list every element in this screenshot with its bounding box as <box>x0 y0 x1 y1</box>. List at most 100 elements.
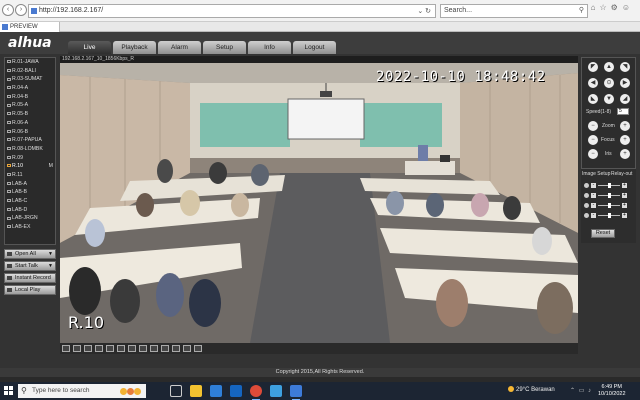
live-video[interactable]: 2022-10-10 18:48:42 R.10 <box>60 63 578 343</box>
layout-16-icon[interactable] <box>139 345 147 352</box>
layout-36-icon[interactable] <box>161 345 169 352</box>
ptz-left-icon[interactable]: ◀ <box>588 78 598 88</box>
camera-item[interactable]: R.11 <box>5 171 55 180</box>
camera-item[interactable]: LAB-A <box>5 180 55 189</box>
tab-setup[interactable]: Setup <box>203 41 246 54</box>
layout-6-icon[interactable] <box>95 345 103 352</box>
tab-image-setup[interactable]: Image Setup <box>582 171 610 177</box>
layout-1-icon[interactable] <box>62 345 70 352</box>
tab-relay-out[interactable]: Relay-out <box>611 171 632 177</box>
layout-9-icon[interactable] <box>117 345 125 352</box>
browser-icons[interactable]: ⌂☆⚙☺ <box>591 3 634 12</box>
edge-icon[interactable] <box>230 385 242 397</box>
speed-select[interactable]: 5 <box>617 108 629 115</box>
camera-item[interactable]: LAB-C <box>5 197 55 206</box>
internet-explorer-icon[interactable] <box>290 385 302 400</box>
mail-icon[interactable] <box>210 385 222 397</box>
minus-icon[interactable]: - <box>591 183 596 188</box>
forward-button[interactable]: › <box>15 4 27 16</box>
start-talk-button[interactable]: Start Talk ▼ <box>4 261 56 271</box>
refresh-icon[interactable]: ⌄ ↻ <box>417 6 431 18</box>
slider-thumb[interactable] <box>608 203 611 208</box>
camera-item[interactable]: LAB-EX <box>5 223 55 232</box>
plus-icon[interactable]: + <box>622 193 627 198</box>
minus-icon[interactable]: - <box>591 193 596 198</box>
fullscreen-icon[interactable] <box>84 345 92 352</box>
ptz-down-right-icon[interactable]: ◢ <box>620 94 630 104</box>
open-all-button[interactable]: Open All ▼ <box>4 249 56 259</box>
address-bar[interactable]: http://192.168.2.167/ ⌄ ↻ <box>28 4 436 18</box>
local-play-button[interactable]: Local Play <box>4 285 56 295</box>
camera-item[interactable]: R.02-BALI <box>5 67 55 76</box>
camera-item[interactable]: R.03-SUMAT <box>5 75 55 84</box>
snapshot-icon[interactable] <box>172 345 180 352</box>
camera-item[interactable]: R.07-PAPUA <box>5 136 55 145</box>
camera-item[interactable]: R.05-A <box>5 101 55 110</box>
ptz-right-icon[interactable]: ▶ <box>620 78 630 88</box>
camera-item[interactable]: LAB-D <box>5 206 55 215</box>
chevron-down-icon[interactable]: ▼ <box>48 262 53 270</box>
camera-item[interactable]: R.01-JAWA <box>5 58 55 67</box>
layout-13-icon[interactable] <box>128 345 136 352</box>
focus-in-icon[interactable]: + <box>620 135 630 145</box>
slider-thumb[interactable] <box>608 183 611 188</box>
ptz-up-right-icon[interactable]: ◥ <box>620 62 630 72</box>
browser-search-input[interactable]: Search... ⚲ <box>440 4 588 18</box>
camera-item[interactable]: LAB-JRGN <box>5 214 55 223</box>
camera-item[interactable]: R.09 <box>5 154 55 163</box>
camera-item[interactable]: R.06-B <box>5 128 55 137</box>
file-explorer-icon[interactable] <box>190 385 202 397</box>
layout-4-icon[interactable] <box>73 345 81 352</box>
store-icon[interactable] <box>270 385 282 397</box>
ptz-up-left-icon[interactable]: ◤ <box>588 62 598 72</box>
weather-widget[interactable]: 29°C Berawan <box>508 386 555 393</box>
layout-8-icon[interactable] <box>106 345 114 352</box>
saturation-slider[interactable]: - + <box>584 203 634 209</box>
zoom-in-icon[interactable]: + <box>620 121 630 131</box>
audio-icon[interactable] <box>194 345 202 352</box>
contrast-slider[interactable]: - + <box>584 193 634 199</box>
tab-playback[interactable]: Playback <box>113 41 156 54</box>
camera-item[interactable]: LAB-B <box>5 188 55 197</box>
zoom-out-icon[interactable]: − <box>588 121 598 131</box>
browser-tab[interactable]: PREVIEW <box>0 22 60 32</box>
tab-live[interactable]: Live <box>68 41 111 54</box>
ptz-center-icon[interactable]: ⊙ <box>604 78 614 88</box>
focus-out-icon[interactable]: − <box>588 135 598 145</box>
taskbar-clock[interactable]: 6:49 PM 10/10/2022 <box>598 384 626 398</box>
camera-item[interactable]: R.06-A <box>5 119 55 128</box>
task-view-icon[interactable] <box>170 385 182 397</box>
minus-icon[interactable]: - <box>591 203 596 208</box>
camera-item-selected[interactable]: R.10 M <box>5 162 55 171</box>
camera-item[interactable]: R.04-B <box>5 93 55 102</box>
system-tray-icons[interactable]: ⌃ ▭ ♪ <box>570 387 592 394</box>
tab-info[interactable]: Info <box>248 41 291 54</box>
chrome-icon[interactable] <box>250 385 262 400</box>
plus-icon[interactable]: + <box>622 203 627 208</box>
camera-item[interactable]: R.05-B <box>5 110 55 119</box>
hue-slider[interactable]: - + <box>584 213 634 219</box>
camera-item[interactable]: R.04-A <box>5 84 55 93</box>
tab-logout[interactable]: Logout <box>293 41 336 54</box>
instant-record-button[interactable]: Instant Record <box>4 273 56 283</box>
minus-icon[interactable]: - <box>591 213 596 218</box>
back-button[interactable]: ‹ <box>2 4 14 16</box>
plus-icon[interactable]: + <box>622 213 627 218</box>
search-icon[interactable]: ⚲ <box>579 5 584 17</box>
brightness-slider[interactable]: - + <box>584 183 634 189</box>
chevron-down-icon[interactable]: ▼ <box>48 250 53 258</box>
iris-open-icon[interactable]: + <box>620 149 630 159</box>
camera-item[interactable]: R.08-LOMBK <box>5 145 55 154</box>
layout-25-icon[interactable] <box>150 345 158 352</box>
reset-button[interactable]: Reset <box>591 229 615 238</box>
ptz-down-icon[interactable]: ▼ <box>604 94 614 104</box>
iris-close-icon[interactable]: − <box>588 149 598 159</box>
windows-start-icon[interactable] <box>4 386 14 396</box>
plus-icon[interactable]: + <box>622 183 627 188</box>
tab-alarm[interactable]: Alarm <box>158 41 201 54</box>
ptz-down-left-icon[interactable]: ◣ <box>588 94 598 104</box>
slider-thumb[interactable] <box>608 193 611 198</box>
taskbar-search-input[interactable]: ⚲ Type here to search <box>18 384 146 398</box>
slider-thumb[interactable] <box>608 213 611 218</box>
ptz-up-icon[interactable]: ▲ <box>604 62 614 72</box>
